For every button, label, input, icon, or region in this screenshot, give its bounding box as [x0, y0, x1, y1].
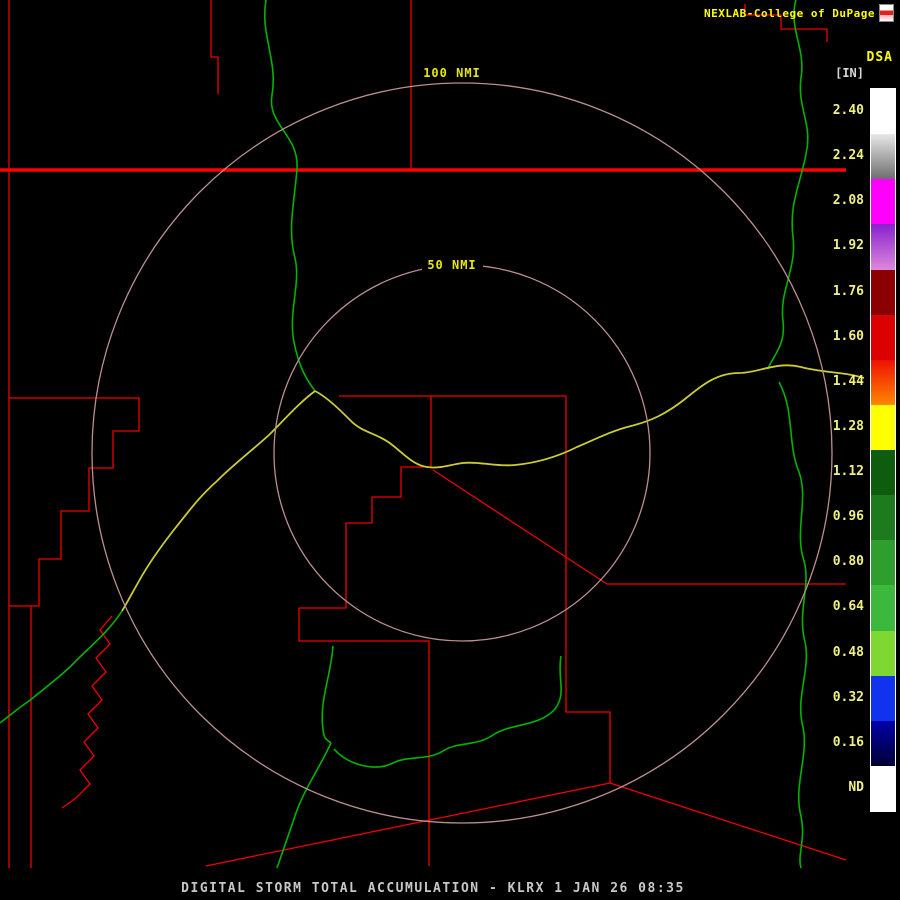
ring-label-50nmi: 50 NMI: [427, 258, 476, 272]
scale-value-label: 0.32: [832, 689, 864, 705]
scale-value-label: 0.48: [832, 644, 864, 660]
color-bar-segment: [871, 765, 895, 811]
units-label: [IN]: [835, 66, 864, 80]
scale-value-label: 0.16: [832, 734, 864, 750]
county-boundaries: [8, 0, 847, 868]
header: NEXLAB-College of DuPage: [704, 4, 894, 22]
scale-value-label: 0.64: [832, 599, 864, 615]
scale-value-label: 2.24: [832, 148, 864, 164]
radar-map: 100 NMI 50 NMI: [0, 0, 865, 869]
color-bar-segment: [871, 630, 895, 676]
product-title: DIGITAL STORM TOTAL ACCUMULATION - KLRX …: [181, 881, 685, 896]
ring-label-100nmi: 100 NMI: [423, 66, 481, 80]
color-bar: [870, 88, 896, 812]
scale-value-label: 0.96: [832, 509, 864, 525]
color-bar-segment: [871, 450, 895, 496]
color-bar-segment: [871, 134, 895, 180]
brand-text: NEXLAB-College of DuPage: [704, 6, 875, 20]
range-ring-100nmi: [91, 82, 833, 824]
scale-value-label: 1.12: [832, 464, 864, 480]
color-bar-segment: [871, 540, 895, 586]
rivers: [0, 0, 809, 869]
color-bar-segment: [871, 675, 895, 721]
cod-logo-icon: [879, 4, 894, 22]
color-bar-segment: [871, 585, 895, 631]
color-bar-segment: [871, 179, 895, 225]
range-rings: [91, 82, 833, 824]
color-bar-segment: [871, 495, 895, 541]
range-ring-labels: 100 NMI 50 NMI: [418, 64, 486, 272]
color-bar-segment: [871, 224, 895, 270]
scale-value-label: 2.08: [832, 193, 864, 209]
scale-labels: 2.40 2.24 2.08 1.92 1.76 1.60 1.44 1.28 1.12 0.96…: [820, 88, 866, 810]
scale-value-label: 1.28: [832, 418, 864, 434]
color-bar-segment: [871, 314, 895, 360]
highlighted-river: [121, 364, 865, 612]
scale-value-label: 2.40: [832, 103, 864, 119]
color-bar-segment: [871, 359, 895, 405]
scale-value-label: 0.80: [832, 554, 864, 570]
range-ring-50nmi: [273, 264, 651, 642]
scale-value-label: 1.76: [832, 283, 864, 299]
product-code-label: DSA: [866, 50, 893, 65]
radar-display: 100 NMI 50 NMI NEXLAB-College of DuPage …: [0, 0, 900, 900]
scale-value-label: 1.60: [832, 328, 864, 344]
color-bar-segment: [871, 89, 895, 135]
scale-value-label: 1.44: [832, 373, 864, 389]
color-bar-segment: [871, 269, 895, 315]
scale-value-label: ND: [848, 779, 864, 795]
color-bar-segment: [871, 720, 895, 766]
scale-value-label: 1.92: [832, 238, 864, 254]
color-bar-segment: [871, 404, 895, 450]
